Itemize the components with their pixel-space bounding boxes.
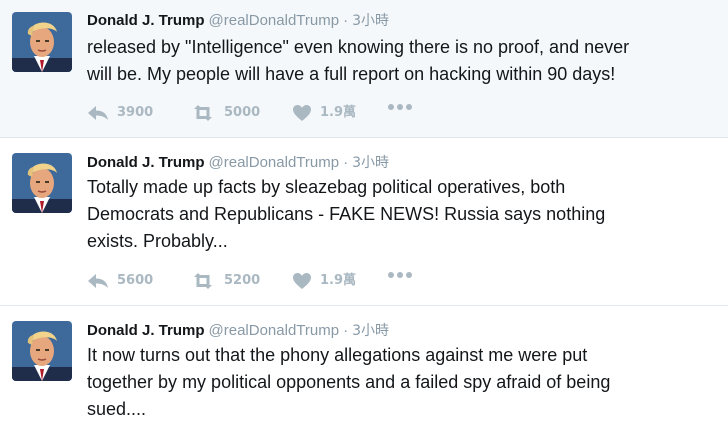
like-button[interactable]: 1.9萬 [292, 103, 356, 123]
tweet-text-line: Totally made up facts by sleazebag polit… [87, 177, 566, 197]
author-handle[interactable]: @realDonaldTrump [209, 154, 340, 171]
tweet-text-line: sued.... [87, 399, 147, 419]
retweet-button[interactable]: 5200 [190, 271, 260, 291]
avatar[interactable] [12, 153, 72, 213]
separator-dot: · [343, 322, 349, 339]
more-icon [388, 104, 412, 110]
reply-count: 5600 [117, 273, 154, 288]
tweet-text-line: together by my political opponents and a… [87, 372, 611, 392]
author-handle[interactable]: @realDonaldTrump [209, 12, 340, 29]
tweet-header: Donald J. Trump @realDonaldTrump · 3小時 [87, 320, 389, 340]
tweet-text: Totally made up facts by sleazebag polit… [87, 174, 717, 255]
tweet-text: released by "Intelligence" even knowing … [87, 34, 717, 88]
like-count: 1.9萬 [320, 105, 357, 120]
reply-count: 3900 [117, 105, 154, 120]
action-bar: 5600 5200 1.9萬 [87, 271, 487, 291]
retweet-button[interactable]: 5000 [190, 103, 260, 123]
tweet-text-line: will be. My people will have a full repo… [87, 64, 616, 84]
reply-button[interactable]: 3900 [87, 103, 153, 123]
timestamp[interactable]: 3小時 [352, 155, 389, 171]
more-icon [388, 272, 412, 278]
author-handle[interactable]: @realDonaldTrump [209, 322, 340, 339]
author-name[interactable]: Donald J. Trump [87, 154, 205, 171]
more-button[interactable] [387, 103, 421, 111]
tweet-3[interactable]: Donald J. Trump @realDonaldTrump · 3小時 It n… [0, 306, 728, 425]
retweet-icon [194, 105, 212, 121]
retweet-count: 5000 [224, 105, 261, 120]
reply-button[interactable]: 5600 [87, 271, 153, 291]
timestamp[interactable]: 3小時 [352, 323, 389, 339]
tweet-text-line: exists. Probably... [87, 231, 228, 251]
tweet-text-line: Democrats and Republicans - FAKE NEWS! R… [87, 204, 606, 224]
heart-icon [293, 105, 311, 121]
author-name[interactable]: Donald J. Trump [87, 322, 205, 339]
tweet-header: Donald J. Trump @realDonaldTrump · 3小時 [87, 10, 389, 30]
tweet-text: It now turns out that the phony allegati… [87, 342, 717, 423]
action-bar: 3900 5000 1.9萬 [87, 103, 487, 123]
tweet-1[interactable]: Donald J. Trump @realDonaldTrump · 3小時 rele… [0, 0, 728, 138]
like-count: 1.9萬 [320, 273, 357, 288]
avatar[interactable] [12, 12, 72, 72]
tweet-2[interactable]: Donald J. Trump @realDonaldTrump · 3小時 Tota… [0, 138, 728, 306]
tweet-text-line: It now turns out that the phony allegati… [87, 345, 588, 365]
tweet-header: Donald J. Trump @realDonaldTrump · 3小時 [87, 152, 389, 172]
separator-dot: · [343, 12, 349, 29]
author-name[interactable]: Donald J. Trump [87, 12, 205, 29]
retweet-icon [194, 273, 212, 289]
reply-icon [88, 274, 108, 288]
timestamp[interactable]: 3小時 [352, 13, 389, 29]
tweet-text-line: released by "Intelligence" even knowing … [87, 37, 630, 57]
reply-icon [88, 106, 108, 120]
avatar[interactable] [12, 321, 72, 381]
heart-icon [293, 273, 311, 289]
retweet-count: 5200 [224, 273, 261, 288]
more-button[interactable] [387, 271, 421, 279]
separator-dot: · [343, 154, 349, 171]
like-button[interactable]: 1.9萬 [292, 271, 356, 291]
